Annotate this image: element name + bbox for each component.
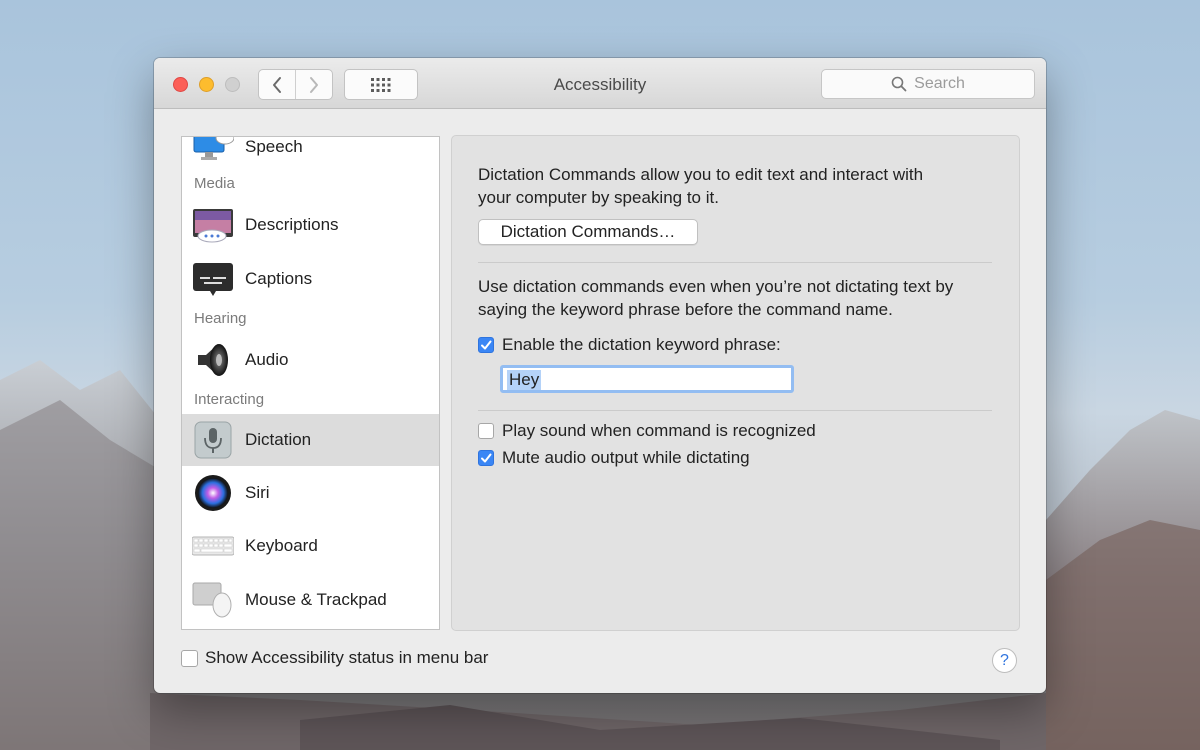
sidebar-item-keyboard[interactable]: Keyboard [182,520,439,572]
sidebar-item-descriptions[interactable]: Descriptions [182,199,439,251]
enable-keyword-label[interactable]: Enable the dictation keyword phrase: [502,335,781,355]
dictation-settings-pane: Dictation Commands allow you to edit tex… [451,135,1020,631]
checkmark-icon [481,453,492,463]
sidebar-item-label: Siri [245,483,270,502]
sidebar-item-label: Mouse & Trackpad [245,590,387,609]
keyword-description-line-1: Use dictation commands even when you’re … [478,277,954,296]
mouse-trackpad-icon [192,582,232,618]
speaker-icon [198,344,228,376]
sidebar-item-label: Descriptions [245,215,339,234]
sidebar-item-label: Keyboard [245,536,318,555]
title-bar: Accessibility Search [154,58,1046,109]
search-placeholder: Search [914,75,965,92]
intro-text-line-1: Dictation Commands allow you to edit tex… [478,165,924,184]
sidebar-item-captions[interactable]: Captions [182,253,439,305]
help-button[interactable]: ? [992,648,1017,673]
mute-audio-label[interactable]: Mute audio output while dictating [502,448,750,468]
checkmark-icon [481,340,492,350]
keyboard-icon [192,536,234,556]
sidebar-item-speech[interactable]: Speech [182,137,439,173]
keyword-phrase-input[interactable]: Hey [500,365,794,393]
play-sound-label[interactable]: Play sound when command is recognized [502,421,816,441]
mute-audio-checkbox[interactable] [478,450,494,466]
captions-icon [193,263,233,296]
dictation-commands-button[interactable]: Dictation Commands… [478,219,698,245]
enable-keyword-checkbox[interactable] [478,337,494,353]
microphone-icon [194,421,232,459]
divider [478,410,992,411]
speech-monitor-icon [193,137,234,160]
descriptions-icon [193,209,233,243]
search-field[interactable]: Search [821,69,1035,99]
category-sidebar[interactable]: Speech Media Descriptions Captions Heari… [181,136,440,630]
sidebar-group-header-media: Media [194,175,235,192]
sidebar-item-dictation[interactable]: Dictation [182,414,439,466]
show-status-label[interactable]: Show Accessibility status in menu bar [205,648,488,668]
keyword-description-line-2: saying the keyword phrase before the com… [478,300,893,319]
intro-text-line-2: your computer by speaking to it. [478,188,719,207]
keyword-phrase-value: Hey [507,370,542,390]
sidebar-item-label: Audio [245,350,289,369]
search-icon [891,76,907,92]
accessibility-window: Accessibility Search Speech Media Descri… [154,58,1046,693]
sidebar-group-header-hearing: Hearing [194,310,247,327]
help-icon: ? [1000,652,1009,669]
sidebar-item-audio[interactable]: Audio [182,334,439,386]
show-status-checkbox[interactable] [181,650,198,667]
siri-icon [195,475,231,511]
sidebar-item-mouse-trackpad[interactable]: Mouse & Trackpad [182,574,439,626]
sidebar-item-label: Dictation [245,430,312,449]
sidebar-item-label: Speech [245,137,303,156]
divider [478,262,992,263]
play-sound-checkbox[interactable] [478,423,494,439]
sidebar-item-siri[interactable]: Siri [182,467,439,519]
sidebar-group-header-interacting: Interacting [194,391,265,408]
sidebar-item-label: Captions [245,269,313,288]
